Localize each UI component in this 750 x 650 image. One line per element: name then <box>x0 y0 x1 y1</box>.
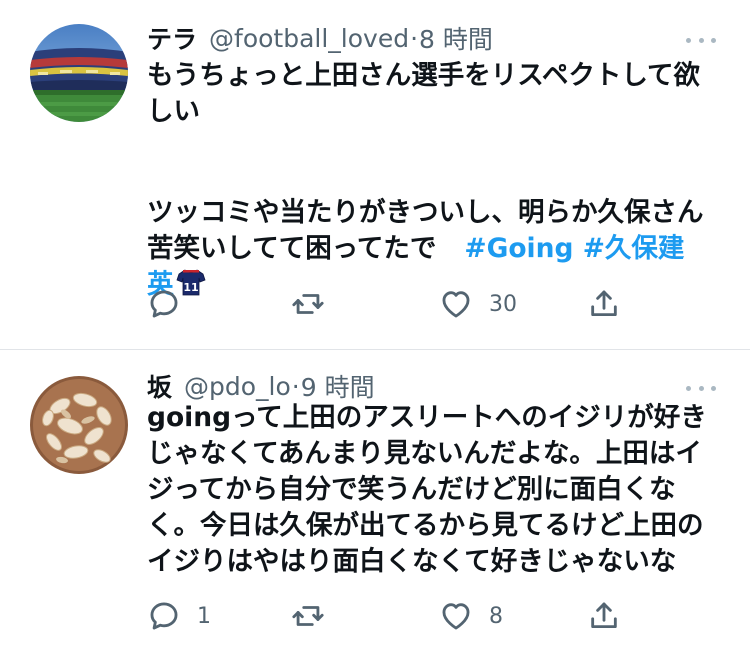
like-button[interactable]: 8 <box>439 598 503 634</box>
tweet-text: goingって上田のアスリートへのイジリが好き じゃなくてあんまり見ないんだよな… <box>147 400 727 580</box>
tweet-text-line: もうちょっと上田さん選手をリスペクトして欲 <box>147 60 701 91</box>
reply-count: 1 <box>197 603 211 629</box>
share-icon <box>591 290 617 317</box>
tweet-text-line: 苦笑いしてて困ってたで #Going #久保建 <box>147 231 727 267</box>
separator: · <box>291 371 300 401</box>
share-button[interactable] <box>587 286 621 322</box>
retweet-button[interactable] <box>291 598 341 634</box>
reply-button[interactable]: 1 <box>147 598 211 634</box>
tweet-text-line: goingって上田のアスリートへのイジリが好き <box>147 402 707 433</box>
retweet-icon <box>292 294 324 314</box>
like-count: 8 <box>489 603 503 629</box>
tweet-text-line <box>147 130 727 195</box>
retweet-button[interactable] <box>291 286 341 322</box>
share-button[interactable] <box>587 598 621 634</box>
tweet-text-line: じゃなくてあんまり見ないんだよな。上田はイ <box>147 438 702 469</box>
tweet-actions: 1 8 <box>147 598 627 634</box>
heart-icon <box>442 291 470 318</box>
almond-slices-photo <box>30 376 128 474</box>
display-name[interactable]: 坂 <box>147 368 172 404</box>
tweet-text-line: ジってから自分で笑うんだけど別に面白くな <box>147 474 676 505</box>
hashtag-going[interactable]: #Going <box>464 233 573 264</box>
reply-button[interactable] <box>147 286 197 322</box>
reply-icon <box>150 602 178 630</box>
tweet-text-line: ツッコミや当たりがきついし、明らか久保さん <box>147 197 704 228</box>
tweet-text-segment: 苦笑いしてて困ってたで <box>147 233 437 264</box>
like-count: 30 <box>489 291 517 317</box>
tweet-text-line: しい <box>147 96 200 127</box>
separator: · <box>410 23 419 53</box>
user-handle[interactable]: @football_loved <box>209 24 409 53</box>
like-button[interactable]: 30 <box>439 286 517 322</box>
tweet-actions: 30 <box>147 286 627 322</box>
tweet[interactable]: 坂 @pdo_lo · 9 時間 goingって上田のアスリートへのイジリが好き… <box>0 350 750 650</box>
more-options-icon[interactable] <box>686 35 716 45</box>
stadium-photo <box>30 24 128 122</box>
avatar[interactable] <box>30 376 128 474</box>
tweet-text-line: イジりはやはり面白くなくて好きじゃないな <box>147 546 677 577</box>
timestamp[interactable]: 8 時間 <box>419 20 493 56</box>
user-handle[interactable]: @pdo_lo <box>184 372 291 401</box>
share-icon <box>591 602 617 629</box>
display-name[interactable]: テラ <box>147 20 197 56</box>
tweet-text: もうちょっと上田さん選手をリスペクトして欲 しい ツッコミや当たりがきついし、明… <box>147 58 727 303</box>
reply-icon <box>150 290 178 318</box>
tweet-header: テラ @football_loved · 8 時間 <box>147 21 493 55</box>
heart-icon <box>442 603 470 630</box>
tweet[interactable]: テラ @football_loved · 8 時間 もうちょっと上田さん選手をリ… <box>0 0 750 349</box>
more-options-icon[interactable] <box>686 383 716 393</box>
tweet-text-line: く。今日は久保が出てるから見てるけど上田の <box>147 510 704 541</box>
hashtag-kubo[interactable]: #久保建 <box>583 233 685 264</box>
tweet-header: 坂 @pdo_lo · 9 時間 <box>147 369 375 403</box>
timestamp[interactable]: 9 時間 <box>301 368 375 404</box>
retweet-icon <box>292 606 324 626</box>
avatar[interactable] <box>30 24 128 122</box>
